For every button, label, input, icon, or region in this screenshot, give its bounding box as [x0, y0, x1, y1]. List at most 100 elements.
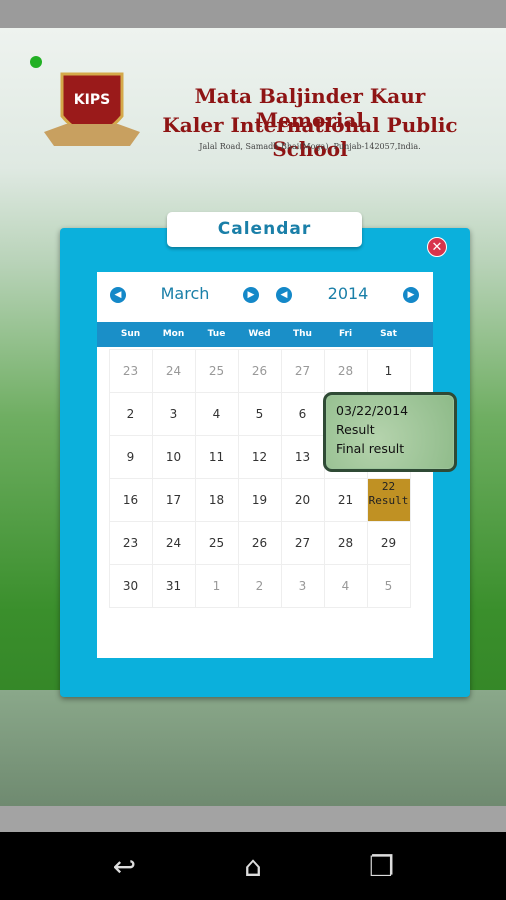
prev-year-icon[interactable]: ◀: [276, 287, 292, 303]
tooltip-type: Result: [336, 422, 375, 437]
navigation-bar: ↩ ⌂ ❐: [0, 832, 506, 900]
weekday-label: Mon: [162, 329, 185, 339]
day-number: 28: [337, 363, 354, 378]
day-cell[interactable]: 21: [323, 477, 368, 522]
day-cell[interactable]: 10: [151, 434, 196, 479]
day-cell[interactable]: 27: [280, 348, 325, 393]
day-number: 25: [208, 363, 225, 378]
day-number: 6: [298, 406, 307, 421]
day-number: 19: [251, 492, 268, 507]
day-number: 12: [251, 449, 268, 464]
day-cell[interactable]: 3: [280, 563, 325, 608]
status-bar: [0, 0, 506, 28]
day-number: 27: [294, 535, 311, 550]
day-number: 31: [165, 578, 182, 593]
day-number: 18: [208, 492, 225, 507]
day-cell[interactable]: 16: [108, 477, 153, 522]
day-cell[interactable]: 1: [194, 563, 239, 608]
day-cell[interactable]: 28: [323, 348, 368, 393]
day-number: 30: [122, 578, 139, 593]
day-number: 4: [341, 578, 350, 593]
day-number: 16: [122, 492, 139, 507]
day-number: 27: [294, 363, 311, 378]
day-event-label: Result: [368, 493, 409, 507]
day-cell[interactable]: 5: [366, 563, 411, 608]
day-number: 13: [294, 449, 311, 464]
tooltip-description: Final result: [336, 441, 405, 456]
day-cell[interactable]: 28: [323, 520, 368, 565]
day-number: 4: [212, 406, 221, 421]
next-year-icon[interactable]: ▶: [403, 287, 419, 303]
next-month-icon[interactable]: ▶: [243, 287, 259, 303]
back-icon[interactable]: ↩: [99, 850, 149, 883]
day-cell[interactable]: 2: [237, 563, 282, 608]
day-cell[interactable]: 29: [366, 520, 411, 565]
weekday-header: Sun Mon Tue Wed Thu Fri Sat: [97, 322, 433, 347]
day-number: 24: [165, 363, 182, 378]
day-cell[interactable]: 24: [151, 348, 196, 393]
close-icon[interactable]: ✕: [427, 237, 447, 257]
home-icon[interactable]: ⌂: [228, 850, 278, 883]
day-number: 3: [169, 406, 178, 421]
day-cell[interactable]: 23: [108, 520, 153, 565]
day-cell[interactable]: 26: [237, 348, 282, 393]
school-name-line2: Kaler International Public School: [162, 113, 458, 161]
background-stage: [0, 690, 506, 806]
day-number: 2: [126, 406, 135, 421]
day-cell[interactable]: 27: [280, 520, 325, 565]
weekday-label: Fri: [338, 329, 353, 339]
school-address: Jalal Road, Samadh Bhai(Moga), Punjab-14…: [199, 142, 421, 151]
day-cell[interactable]: 6: [280, 391, 325, 436]
day-cell[interactable]: 1: [366, 348, 411, 393]
day-number: 22: [381, 479, 396, 493]
weekday-label: Sat: [380, 329, 397, 339]
status-indicator-icon: [30, 56, 42, 68]
day-cell[interactable]: 9: [108, 434, 153, 479]
weekday-label: Sun: [120, 329, 141, 339]
day-number: 28: [337, 535, 354, 550]
day-number: 5: [384, 578, 393, 593]
day-cell[interactable]: 18: [194, 477, 239, 522]
day-cell[interactable]: 5: [237, 391, 282, 436]
day-cell[interactable]: 25: [194, 520, 239, 565]
day-cell[interactable]: 4: [323, 563, 368, 608]
day-cell[interactable]: 2: [108, 391, 153, 436]
day-cell[interactable]: 4: [194, 391, 239, 436]
event-tooltip: 03/22/2014 Result Final result: [323, 392, 457, 472]
day-cell[interactable]: 3: [151, 391, 196, 436]
day-cell[interactable]: 24: [151, 520, 196, 565]
recents-icon[interactable]: ❐: [357, 850, 407, 883]
day-cell[interactable]: 19: [237, 477, 282, 522]
day-cell[interactable]: 26: [237, 520, 282, 565]
day-number: 3: [298, 578, 307, 593]
year-label: 2014: [327, 284, 369, 303]
svg-text:KIPS: KIPS: [74, 92, 110, 108]
day-cell[interactable]: 25: [194, 348, 239, 393]
day-number: 24: [165, 535, 182, 550]
day-cell[interactable]: 13: [280, 434, 325, 479]
dialog-title: Calendar: [167, 212, 362, 247]
month-label: March: [160, 284, 210, 303]
day-cell[interactable]: 22 Result: [366, 477, 411, 522]
day-number: 17: [165, 492, 182, 507]
prev-month-icon[interactable]: ◀: [110, 287, 126, 303]
day-cell[interactable]: 23: [108, 348, 153, 393]
day-number: 2: [255, 578, 264, 593]
day-number: 20: [294, 492, 311, 507]
day-cell[interactable]: 12: [237, 434, 282, 479]
day-cell[interactable]: 30: [108, 563, 153, 608]
day-number: 5: [255, 406, 264, 421]
day-number: 23: [122, 363, 139, 378]
day-cell[interactable]: 20: [280, 477, 325, 522]
day-number: 23: [122, 535, 139, 550]
weekday-label: Wed: [248, 329, 271, 339]
day-cell[interactable]: 31: [151, 563, 196, 608]
day-cell[interactable]: 17: [151, 477, 196, 522]
day-number: 10: [165, 449, 182, 464]
day-grid: 2324252627281234567891011121314151617181…: [108, 348, 411, 608]
bottom-strip: [0, 806, 506, 832]
day-cell[interactable]: 11: [194, 434, 239, 479]
day-number: 26: [251, 363, 268, 378]
day-number: 1: [212, 578, 221, 593]
day-number: 26: [251, 535, 268, 550]
